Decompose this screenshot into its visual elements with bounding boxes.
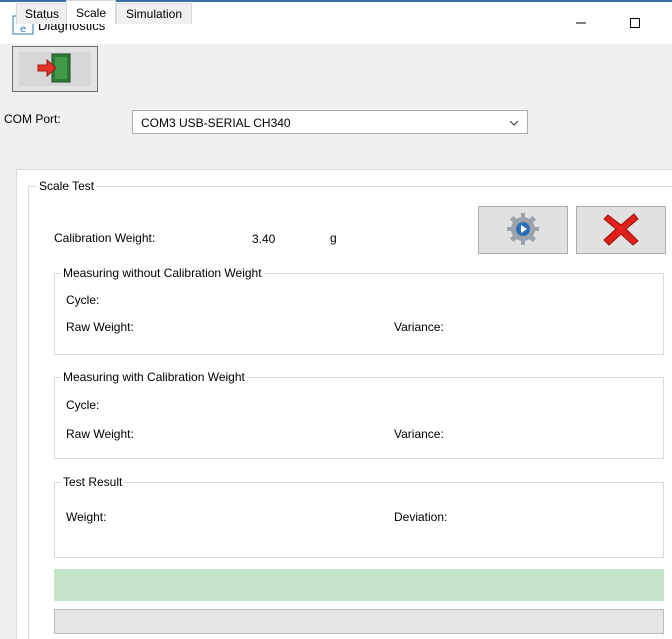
scale-test-title: Scale Test xyxy=(37,179,97,193)
without-cycle-label: Cycle: xyxy=(66,293,100,307)
chevron-down-icon xyxy=(509,116,519,130)
tab-label: Scale xyxy=(75,6,107,20)
with-raw-weight-label: Raw Weight: xyxy=(66,427,134,441)
result-weight-label: Weight: xyxy=(66,510,107,524)
without-calibration-group xyxy=(54,273,664,355)
com-port-select[interactable]: COM3 USB-SERIAL CH340 xyxy=(132,110,528,134)
with-calibration-group xyxy=(54,377,664,459)
minimize-button[interactable] xyxy=(558,6,604,42)
without-variance-label: Variance: xyxy=(394,320,444,334)
with-cycle-label: Cycle: xyxy=(66,398,100,412)
com-port-label: COM Port: xyxy=(4,112,61,126)
cancel-test-button[interactable] xyxy=(576,206,666,254)
tab-scale[interactable]: Scale xyxy=(66,0,116,24)
without-raw-weight-label: Raw Weight: xyxy=(66,320,134,334)
calibration-weight-input[interactable] xyxy=(246,228,318,250)
maximize-icon xyxy=(629,17,641,32)
maximize-button[interactable] xyxy=(612,6,658,42)
status-indicator-bar xyxy=(54,569,664,601)
result-deviation-label: Deviation: xyxy=(394,510,448,524)
tab-label: Simulation xyxy=(125,7,183,21)
tab-simulation[interactable]: Simulation xyxy=(116,3,192,24)
exit-button[interactable] xyxy=(12,46,98,92)
calibration-unit: g xyxy=(330,231,337,245)
minimize-icon xyxy=(575,17,587,32)
tab-label: Status xyxy=(24,7,60,21)
progress-bar xyxy=(54,609,664,634)
exit-door-icon xyxy=(35,52,75,87)
test-result-title: Test Result xyxy=(61,475,125,489)
tab-status[interactable]: Status xyxy=(16,3,68,24)
run-test-button[interactable] xyxy=(478,206,568,254)
red-x-icon xyxy=(602,211,640,250)
svg-text:e: e xyxy=(20,24,26,35)
calibration-weight-label: Calibration Weight: xyxy=(54,231,156,245)
com-port-value: COM3 USB-SERIAL CH340 xyxy=(141,116,291,130)
with-variance-label: Variance: xyxy=(394,427,444,441)
test-result-group xyxy=(54,482,664,558)
without-calibration-title: Measuring without Calibration Weight xyxy=(61,266,264,280)
gear-play-icon xyxy=(506,212,540,249)
with-calibration-title: Measuring with Calibration Weight xyxy=(61,370,247,384)
